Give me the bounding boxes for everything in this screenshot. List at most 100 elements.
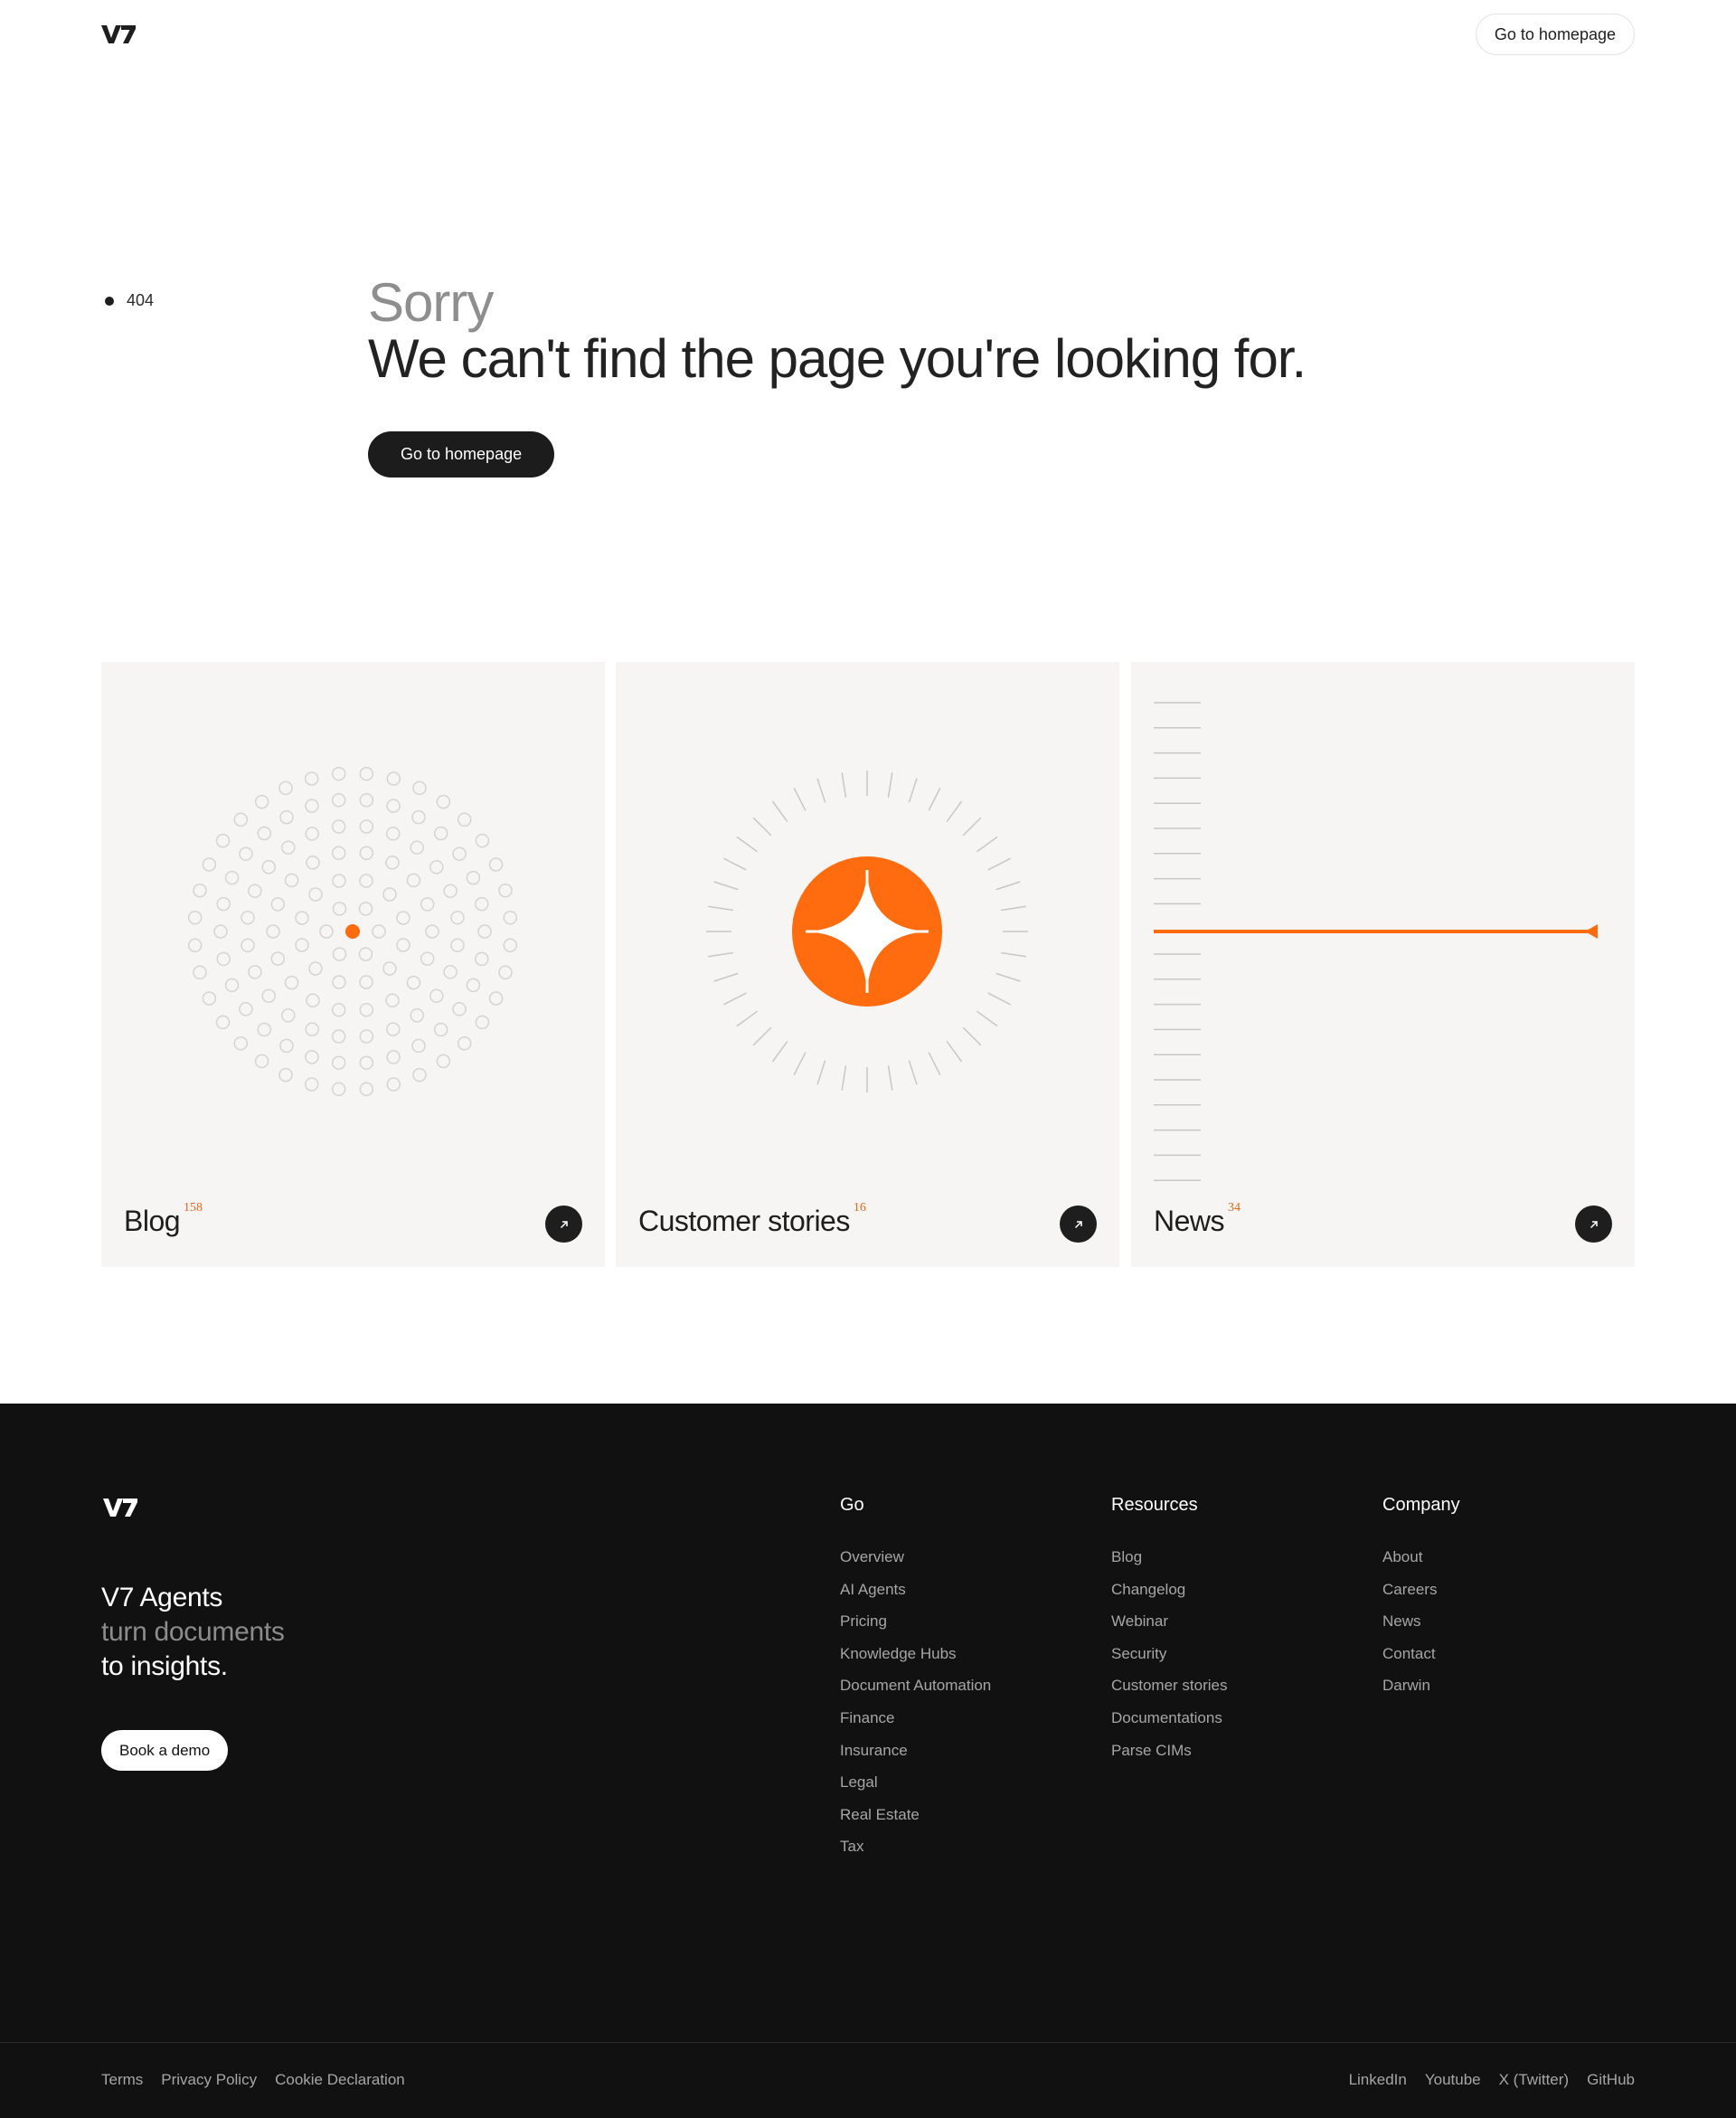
pattern-dot bbox=[306, 856, 320, 870]
pattern-dot bbox=[305, 799, 319, 813]
center-dot bbox=[345, 924, 360, 939]
pattern-dot bbox=[386, 1022, 401, 1036]
pattern-dot bbox=[359, 1082, 374, 1097]
pattern-dot bbox=[425, 924, 439, 939]
pattern-dot bbox=[239, 1002, 253, 1016]
radial-tick bbox=[995, 881, 1021, 891]
pattern-dot bbox=[386, 1077, 401, 1092]
dot-pattern-illustration bbox=[187, 766, 518, 1097]
radial-tick bbox=[771, 1040, 788, 1063]
pattern-dot bbox=[452, 1002, 467, 1016]
radial-tick bbox=[723, 857, 747, 871]
pattern-dot bbox=[187, 938, 203, 953]
footer-link[interactable]: Security bbox=[1111, 1638, 1227, 1670]
pattern-dot bbox=[233, 1035, 249, 1051]
pattern-dot bbox=[248, 884, 262, 898]
pattern-dot bbox=[396, 911, 410, 925]
sorry-heading: Sorry bbox=[368, 272, 494, 333]
footer-link[interactable]: Document Automation bbox=[840, 1669, 991, 1702]
footer-link[interactable]: Contact bbox=[1382, 1638, 1460, 1670]
book-demo-button[interactable]: Book a demo bbox=[101, 1730, 229, 1771]
footer-link[interactable]: Finance bbox=[840, 1702, 991, 1735]
social-links: LinkedIn Youtube X (Twitter) GitHub bbox=[1349, 2071, 1635, 2089]
cookie-declaration-link[interactable]: Cookie Declaration bbox=[275, 2071, 405, 2089]
radial-tick bbox=[708, 951, 733, 958]
footer-link[interactable]: Darwin bbox=[1382, 1669, 1460, 1702]
pattern-dot bbox=[216, 951, 231, 967]
arrow-up-right-icon[interactable] bbox=[545, 1206, 582, 1243]
footer-v7-logo[interactable] bbox=[101, 1497, 139, 1518]
footer-link[interactable]: AI Agents bbox=[840, 1574, 991, 1606]
footer-link[interactable]: Tax bbox=[840, 1830, 991, 1863]
pattern-dot bbox=[498, 883, 513, 898]
footer-link[interactable]: Customer stories bbox=[1111, 1669, 1227, 1702]
pattern-dot bbox=[331, 1002, 346, 1017]
terms-link[interactable]: Terms bbox=[101, 2071, 143, 2089]
footer-link[interactable]: Blog bbox=[1111, 1541, 1227, 1574]
pattern-dot bbox=[412, 1067, 427, 1083]
footer-link[interactable]: Pricing bbox=[840, 1605, 991, 1638]
pattern-dot bbox=[279, 1038, 294, 1054]
sparkle-burst-illustration bbox=[706, 771, 1028, 1092]
pattern-dot bbox=[443, 965, 458, 979]
radial-tick bbox=[793, 1052, 807, 1075]
privacy-policy-link[interactable]: Privacy Policy bbox=[161, 2071, 257, 2089]
v7-logo[interactable] bbox=[101, 24, 136, 45]
twitter-link[interactable]: X (Twitter) bbox=[1499, 2071, 1569, 2089]
pattern-dot bbox=[266, 924, 280, 939]
error-code: 404 bbox=[127, 291, 155, 309]
card-customer-stories[interactable]: Customer stories 16 bbox=[616, 662, 1119, 1267]
footer-link[interactable]: Overview bbox=[840, 1541, 991, 1574]
card-customer-stories-label: Customer stories 16 bbox=[638, 1201, 866, 1238]
pattern-dot bbox=[457, 1035, 472, 1051]
footer-link[interactable]: Documentations bbox=[1111, 1702, 1227, 1735]
arrow-up-right-icon[interactable] bbox=[1060, 1206, 1097, 1243]
radial-tick bbox=[887, 1065, 893, 1091]
pattern-dot bbox=[386, 799, 401, 813]
header-homepage-button[interactable]: Go to homepage bbox=[1475, 14, 1635, 55]
pattern-dot bbox=[241, 938, 255, 953]
footer-link[interactable]: Changelog bbox=[1111, 1574, 1227, 1606]
pattern-dot bbox=[359, 975, 373, 989]
footer-link[interactable]: Insurance bbox=[840, 1735, 991, 1767]
pattern-dot bbox=[359, 1029, 374, 1044]
pattern-dot bbox=[410, 1008, 424, 1023]
legal-links: Terms Privacy Policy Cookie Declaration bbox=[101, 2071, 405, 2089]
youtube-link[interactable]: Youtube bbox=[1425, 2071, 1481, 2089]
arrow-up-right-icon[interactable] bbox=[1575, 1206, 1612, 1243]
footer-link[interactable]: Webinar bbox=[1111, 1605, 1227, 1638]
footer-link[interactable]: About bbox=[1382, 1541, 1460, 1574]
card-news[interactable]: News 34 bbox=[1131, 662, 1635, 1267]
pattern-dot bbox=[406, 975, 421, 990]
pattern-dot bbox=[215, 1015, 231, 1030]
pattern-dot bbox=[475, 896, 489, 912]
card-blog-label: Blog 158 bbox=[124, 1201, 203, 1238]
footer-link[interactable]: Legal bbox=[840, 1766, 991, 1799]
pattern-dot bbox=[475, 833, 490, 848]
pattern-dot bbox=[436, 794, 451, 809]
pattern-dot bbox=[278, 780, 293, 796]
footer-divider bbox=[0, 2042, 1736, 2043]
radial-tick bbox=[987, 857, 1011, 871]
pattern-dot bbox=[386, 827, 401, 841]
pattern-dot bbox=[359, 1055, 374, 1070]
pattern-dot bbox=[411, 1038, 426, 1054]
hero-homepage-button[interactable]: Go to homepage bbox=[368, 431, 555, 477]
footer-link[interactable]: News bbox=[1382, 1605, 1460, 1638]
card-blog[interactable]: Blog 158 bbox=[101, 662, 605, 1267]
radial-tick bbox=[887, 772, 893, 798]
pattern-dot bbox=[270, 897, 286, 912]
pattern-dot bbox=[241, 910, 255, 925]
footer-link[interactable]: Knowledge Hubs bbox=[840, 1638, 991, 1670]
pattern-dot bbox=[278, 1067, 293, 1083]
linkedin-link[interactable]: LinkedIn bbox=[1349, 2071, 1407, 2089]
radial-tick bbox=[976, 836, 998, 853]
footer-link[interactable]: Parse CIMs bbox=[1111, 1735, 1227, 1767]
footer-link[interactable]: Careers bbox=[1382, 1574, 1460, 1606]
radial-tick bbox=[946, 800, 963, 823]
github-link[interactable]: GitHub bbox=[1587, 2071, 1635, 2089]
pattern-dot bbox=[475, 951, 489, 967]
footer-link[interactable]: Real Estate bbox=[840, 1799, 991, 1831]
pattern-dot bbox=[488, 857, 504, 872]
pattern-dot bbox=[319, 924, 334, 939]
